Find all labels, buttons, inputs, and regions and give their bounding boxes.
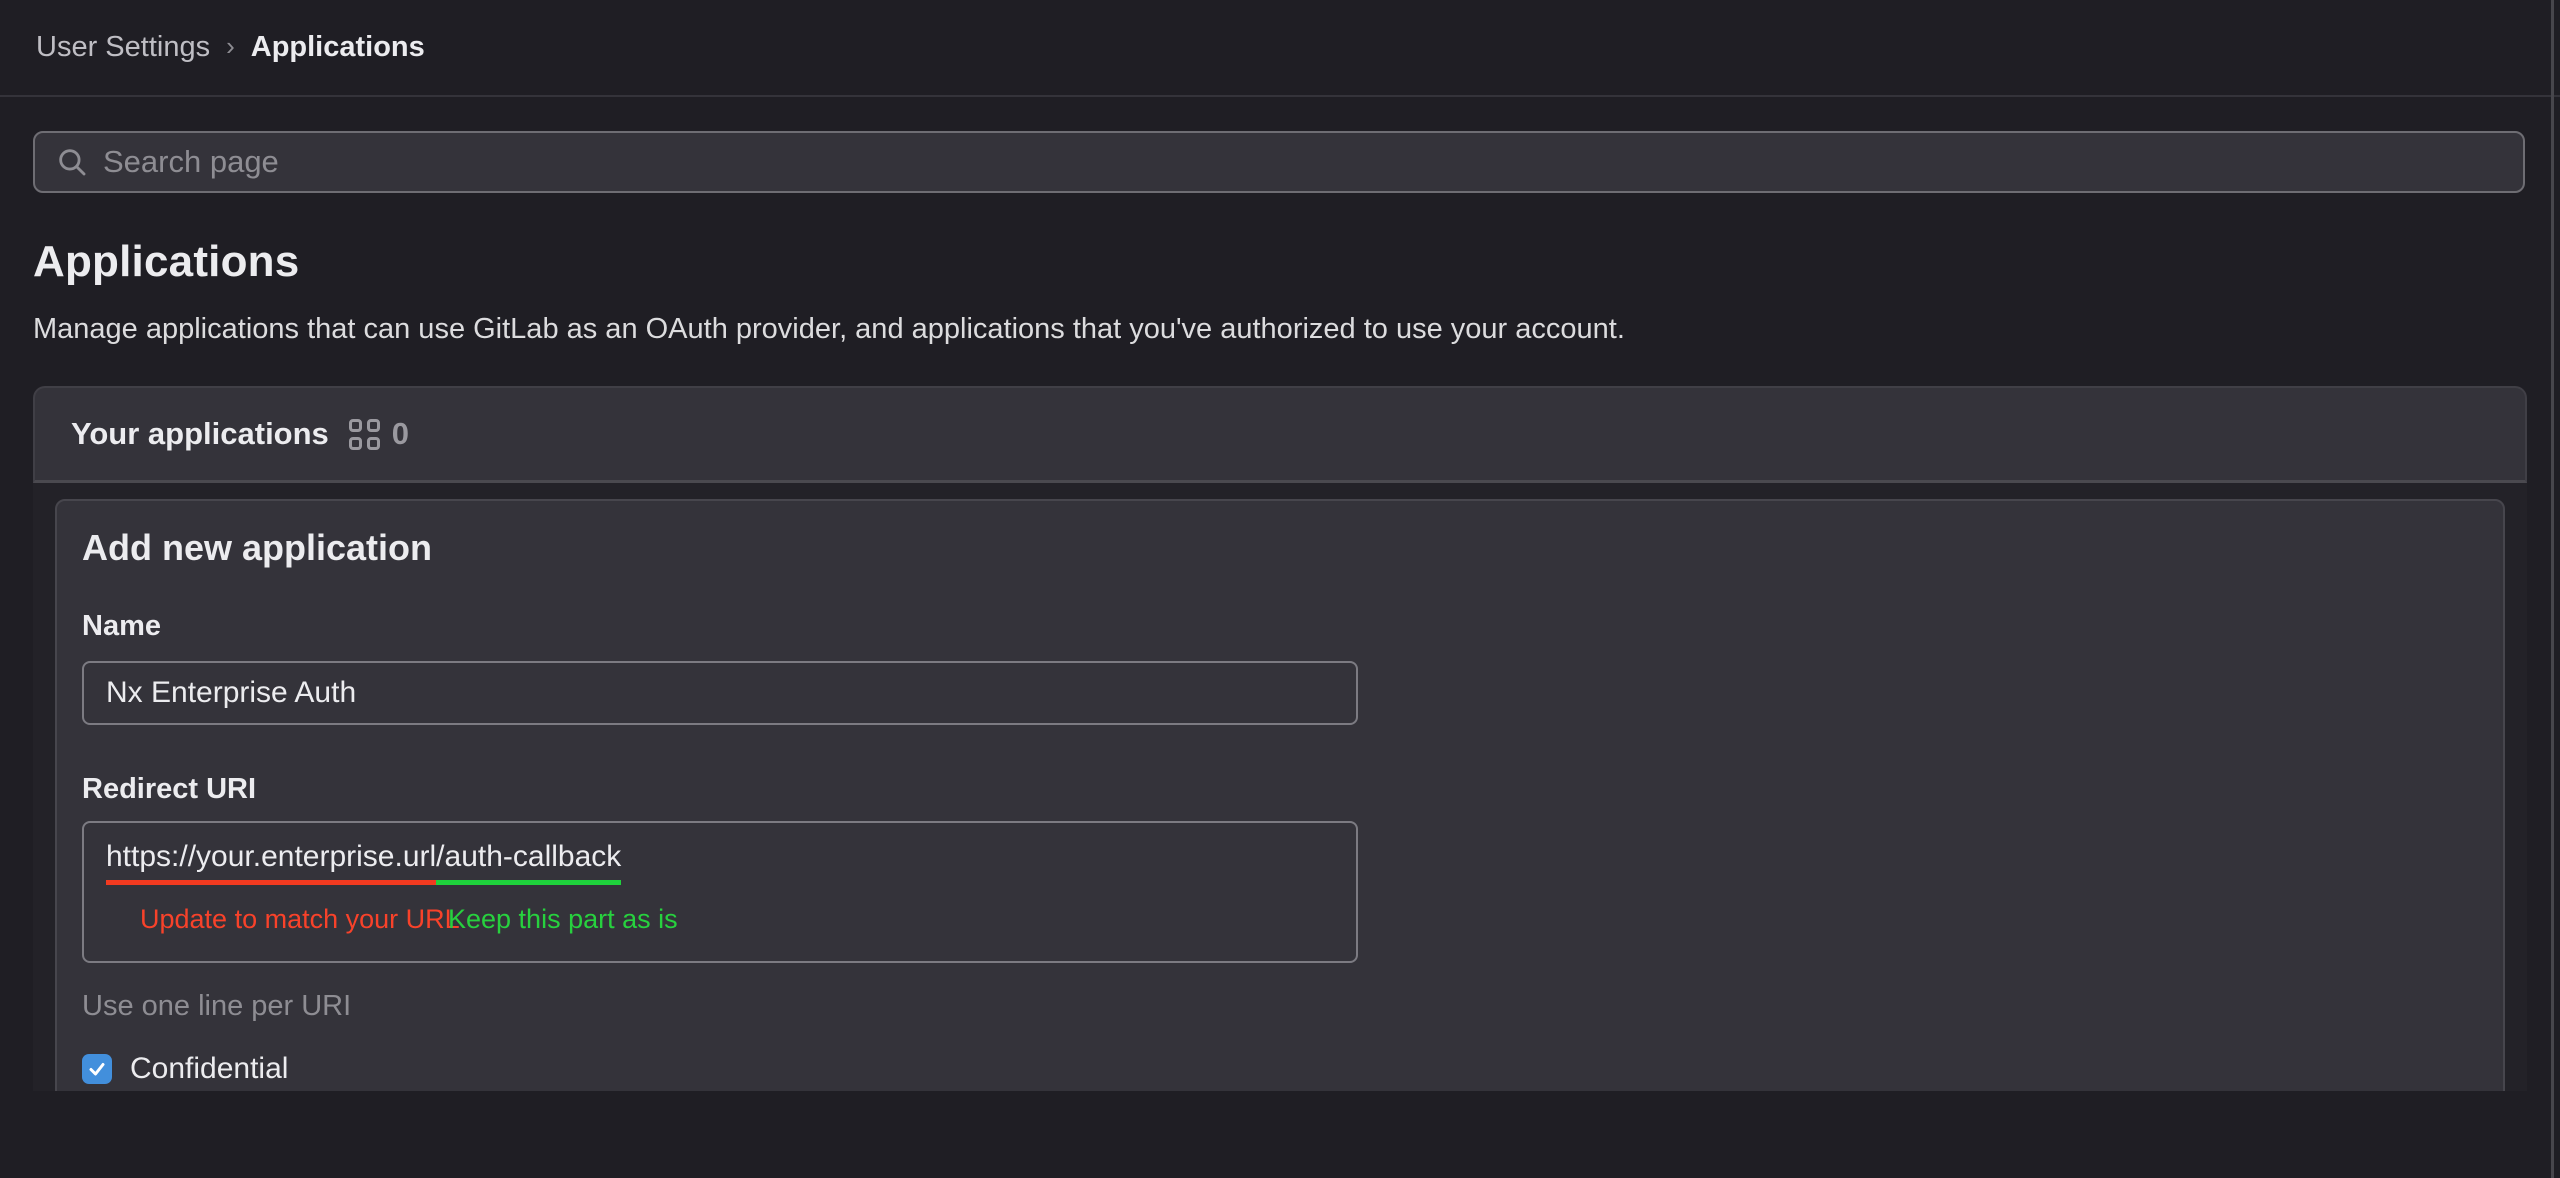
page-description: Manage applications that can use GitLab …: [33, 313, 2527, 346]
breadcrumb: User Settings › Applications: [0, 0, 2560, 97]
main-content: Applications Manage applications that ca…: [0, 131, 2560, 1091]
redirect-uri-textarea[interactable]: https://your.enterprise.url/auth-callbac…: [82, 821, 1358, 963]
card-title: Add new application: [82, 527, 2503, 569]
search-icon: [55, 145, 89, 179]
name-label: Name: [82, 610, 2503, 643]
redirect-uri-value: https://your.enterprise.url/auth-callbac…: [106, 840, 1356, 874]
redirect-uri-host-part: https://your.enterprise.url: [106, 840, 436, 885]
chevron-right-icon: ›: [226, 31, 235, 62]
search-page-box[interactable]: [33, 131, 2525, 193]
applications-grid-icon: [349, 419, 380, 450]
panel-body: Add new application Name Redirect URI ht…: [33, 483, 2527, 1091]
your-applications-panel: Your applications 0 Add new application …: [33, 386, 2527, 1091]
panel-title: Your applications: [71, 416, 329, 452]
applications-count-badge: 0: [392, 416, 409, 452]
add-application-card: Add new application Name Redirect URI ht…: [55, 499, 2505, 1091]
redirect-uri-path-part: /auth-callback: [436, 840, 621, 885]
redirect-uri-help: Use one line per URI: [82, 990, 2503, 1023]
annotation-update-url: Update to match your URL: [140, 904, 460, 935]
search-input[interactable]: [103, 144, 2403, 180]
name-input[interactable]: [82, 661, 1358, 725]
confidential-label[interactable]: Confidential: [130, 1052, 288, 1086]
breadcrumb-user-settings[interactable]: User Settings: [36, 31, 210, 64]
your-applications-header: Your applications 0: [33, 386, 2527, 483]
annotation-keep-part: Keep this part as is: [448, 904, 678, 935]
redirect-uri-label: Redirect URI: [82, 773, 2503, 806]
check-icon: [87, 1059, 107, 1079]
scrollbar[interactable]: [2551, 0, 2554, 1178]
page-title: Applications: [33, 237, 2527, 287]
confidential-row: Confidential: [82, 1052, 2503, 1086]
breadcrumb-applications: Applications: [251, 31, 425, 64]
confidential-checkbox[interactable]: [82, 1054, 112, 1084]
